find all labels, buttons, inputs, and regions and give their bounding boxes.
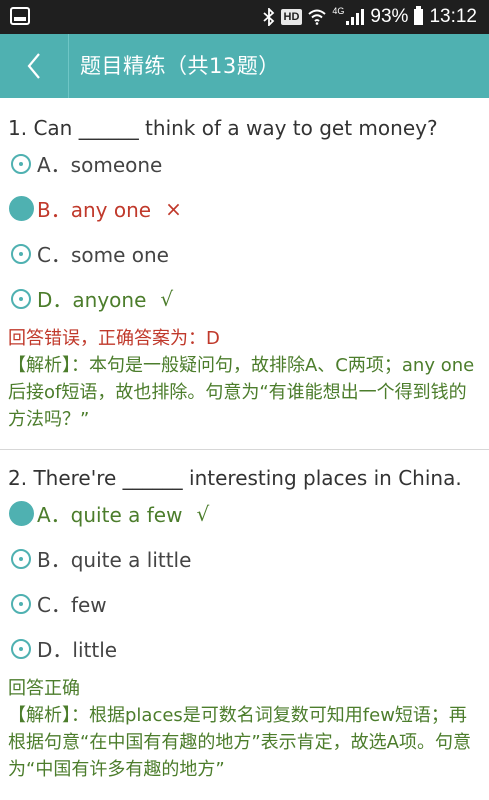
clock-time: 13:12 (429, 6, 477, 27)
radio-unselected-icon (11, 548, 31, 569)
option-d[interactable]: D．anyone √ (8, 276, 481, 321)
radio-unselected-icon (11, 243, 31, 264)
answer-analysis: 【解析】：本句是一般疑问句，故排除A、C两项；any one后接of短语，故也排… (8, 355, 475, 430)
correct-mark-icon: √ (160, 286, 174, 311)
answer-result: 回答错误，正确答案为：D (8, 328, 220, 349)
option-b[interactable]: B．any one × (8, 186, 481, 231)
option-label: C．some one (37, 243, 169, 267)
correct-mark-icon: √ (196, 501, 210, 526)
option-label: D．anyone (37, 288, 147, 312)
radio-unselected-icon (11, 638, 31, 659)
option-label: B．any one (37, 198, 152, 222)
wifi-icon (308, 9, 327, 25)
wrong-mark-icon: × (165, 196, 182, 221)
option-c[interactable]: C．few (8, 581, 481, 626)
answer-analysis: 【解析】：根据places是可数名词复数可知用few短语；再根据句意“在中国有有… (8, 705, 471, 780)
network-type: 4G (332, 6, 345, 16)
chevron-left-icon (27, 53, 40, 79)
option-label: A．quite a few (37, 503, 183, 527)
status-bar: HD 4G 93% 13:12 (0, 0, 489, 34)
back-button[interactable] (0, 34, 69, 98)
battery-percent: 93% (370, 6, 409, 27)
battery-icon (414, 6, 424, 25)
question-title: 2. There're ______ interesting places in… (8, 466, 462, 490)
radio-unselected-icon (11, 593, 31, 614)
option-label: C．few (37, 593, 107, 617)
bluetooth-icon (262, 8, 274, 26)
radio-selected-icon (9, 501, 34, 526)
signal-icon (346, 9, 365, 25)
app-header: 题目精练（共13题） (0, 34, 489, 98)
option-c[interactable]: C．some one (8, 231, 481, 276)
image-notification-icon (10, 7, 30, 25)
question-card: 2. There're ______ interesting places in… (0, 450, 489, 783)
option-label: A．someone (37, 153, 163, 177)
option-a[interactable]: A．quite a few √ (8, 491, 481, 536)
hd-badge: HD (280, 9, 303, 25)
page-title: 题目精练（共13题） (80, 54, 280, 78)
question-card: 1. Can ______ think of a way to get mone… (0, 98, 489, 433)
answer-result: 回答正确 (8, 678, 80, 699)
option-label: D．little (37, 638, 118, 662)
option-a[interactable]: A．someone (8, 141, 481, 186)
option-d[interactable]: D．little (8, 626, 481, 671)
question-list[interactable]: 1. Can ______ think of a way to get mone… (0, 98, 489, 783)
radio-selected-icon (9, 196, 34, 221)
option-label: B．quite a little (37, 548, 192, 572)
radio-unselected-icon (11, 153, 31, 174)
question-title: 1. Can ______ think of a way to get mone… (8, 116, 438, 140)
option-b[interactable]: B．quite a little (8, 536, 481, 581)
radio-unselected-icon (11, 288, 31, 309)
